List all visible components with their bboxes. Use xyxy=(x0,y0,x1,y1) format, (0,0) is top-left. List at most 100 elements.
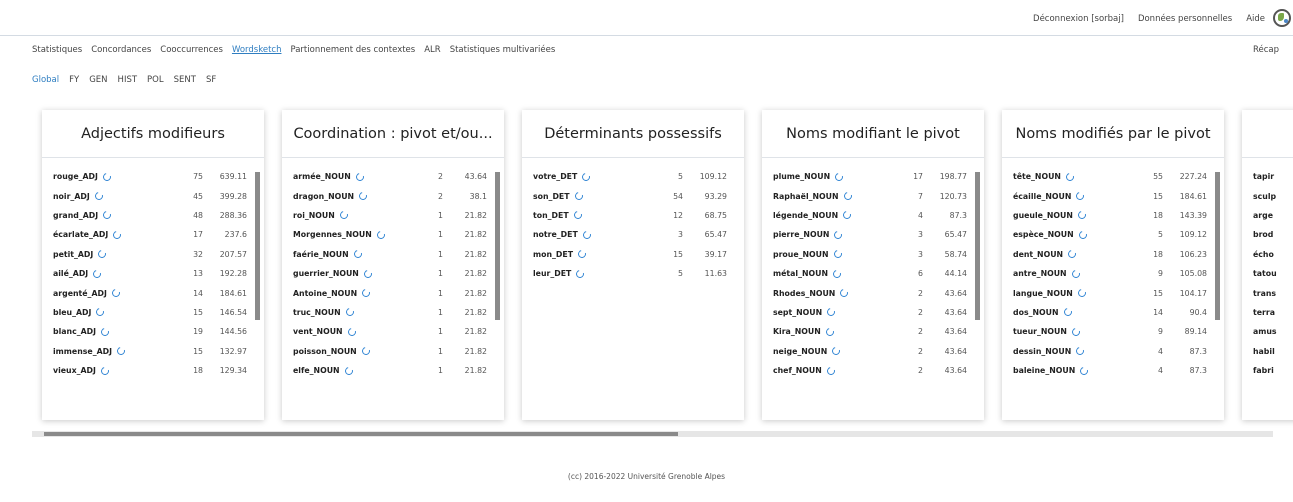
row-word[interactable]: ailé_ADJ xyxy=(53,269,171,279)
refresh-icon[interactable] xyxy=(842,191,853,201)
refresh-icon[interactable] xyxy=(343,366,355,376)
row-word[interactable]: faérie_NOUN xyxy=(293,249,411,259)
row-word[interactable]: proue_NOUN xyxy=(773,249,891,259)
panel-scrollbar[interactable] xyxy=(975,172,980,320)
row-word[interactable]: ton_DET xyxy=(533,210,651,220)
row-word[interactable]: langue_NOUN xyxy=(1013,288,1131,298)
row-word[interactable]: baleine_NOUN xyxy=(1013,366,1131,376)
row-word[interactable]: sculp xyxy=(1253,192,1293,201)
row-word[interactable]: Antoine_NOUN xyxy=(293,288,411,298)
panel-row[interactable]: dessin_NOUN 4 87.3 xyxy=(1002,342,1224,361)
panel-row[interactable]: brod xyxy=(1242,225,1293,244)
panel-row[interactable]: roi_NOUN 1 21.82 xyxy=(282,206,504,225)
row-word[interactable]: pierre_NOUN xyxy=(773,230,891,240)
panel-row[interactable]: Raphaël_NOUN 7 120.73 xyxy=(762,186,984,205)
refresh-icon[interactable] xyxy=(344,307,356,317)
refresh-icon[interactable] xyxy=(91,269,103,279)
row-word[interactable]: sept_NOUN xyxy=(773,307,891,317)
row-word[interactable]: mon_DET xyxy=(533,249,651,259)
panel-scrollbar[interactable] xyxy=(495,172,500,320)
refresh-icon[interactable] xyxy=(357,191,369,201)
row-word[interactable]: truc_NOUN xyxy=(293,307,411,317)
panel-row[interactable]: antre_NOUN 9 105.08 xyxy=(1002,264,1224,283)
refresh-icon[interactable] xyxy=(99,366,111,376)
panel-row[interactable]: vieux_ADJ 18 129.34 xyxy=(42,361,264,380)
nav-statistiques[interactable]: Statistiques xyxy=(32,45,82,55)
panel-row[interactable]: mon_DET 15 39.17 xyxy=(522,245,744,264)
row-word[interactable]: trans xyxy=(1253,289,1293,298)
personal-data-link[interactable]: Données personnelles xyxy=(1138,14,1232,24)
panel-row[interactable]: petit_ADJ 32 207.57 xyxy=(42,245,264,264)
panel-row[interactable]: plume_NOUN 17 198.77 xyxy=(762,167,984,186)
panel-row[interactable]: langue_NOUN 15 104.17 xyxy=(1002,283,1224,302)
row-word[interactable]: antre_NOUN xyxy=(1013,269,1131,279)
refresh-icon[interactable] xyxy=(838,288,850,298)
panel-row[interactable]: sept_NOUN 2 43.64 xyxy=(762,303,984,322)
refresh-icon[interactable] xyxy=(1077,230,1089,240)
panel-row[interactable]: notre_DET 3 65.47 xyxy=(522,225,744,244)
row-word[interactable]: espèce_NOUN xyxy=(1013,230,1131,240)
panel-row[interactable]: grand_ADJ 48 288.36 xyxy=(42,206,264,225)
panel-row[interactable]: Rhodes_NOUN 2 43.64 xyxy=(762,283,984,302)
panel-row[interactable]: baleine_NOUN 4 87.3 xyxy=(1002,361,1224,380)
row-word[interactable]: écarlate_ADJ xyxy=(53,230,171,240)
refresh-icon[interactable] xyxy=(1070,269,1082,279)
globe-icon[interactable] xyxy=(1273,9,1291,27)
panel-row[interactable]: métal_NOUN 6 44.14 xyxy=(762,264,984,283)
panel-row[interactable]: rouge_ADJ 75 639.11 xyxy=(42,167,264,186)
panel-row[interactable]: blanc_ADJ 19 144.56 xyxy=(42,322,264,341)
row-word[interactable]: poisson_NOUN xyxy=(293,346,411,356)
panel-row[interactable]: terra xyxy=(1242,303,1293,322)
panel-row[interactable]: ton_DET 12 68.75 xyxy=(522,206,744,225)
refresh-icon[interactable] xyxy=(824,327,836,337)
row-word[interactable]: dent_NOUN xyxy=(1013,249,1131,259)
panel-row[interactable]: amus xyxy=(1242,322,1293,341)
nav-recap[interactable]: Récap xyxy=(1253,45,1279,55)
row-word[interactable]: noir_ADJ xyxy=(53,191,171,201)
refresh-icon[interactable] xyxy=(101,210,113,220)
panel-row[interactable]: dent_NOUN 18 106.23 xyxy=(1002,245,1224,264)
refresh-icon[interactable] xyxy=(375,230,387,240)
panel-row[interactable]: son_DET 54 93.29 xyxy=(522,186,744,205)
row-word[interactable]: écaille_NOUN xyxy=(1013,191,1131,201)
refresh-icon[interactable] xyxy=(99,327,111,337)
refresh-icon[interactable] xyxy=(1062,307,1073,317)
nav-cooccurrences[interactable]: Cooccurrences xyxy=(160,45,223,55)
nav-concordances[interactable]: Concordances xyxy=(91,45,151,55)
refresh-icon[interactable] xyxy=(111,230,123,240)
row-word[interactable]: bleu_ADJ xyxy=(53,307,171,317)
panel-row[interactable]: tête_NOUN 55 227.24 xyxy=(1002,167,1224,186)
panel-row[interactable]: bleu_ADJ 15 146.54 xyxy=(42,303,264,322)
panel-row[interactable]: habil xyxy=(1242,342,1293,361)
panel-row[interactable]: tapir xyxy=(1242,167,1293,186)
panel-row[interactable]: immense_ADJ 15 132.97 xyxy=(42,342,264,361)
refresh-icon[interactable] xyxy=(346,327,358,337)
subtab-hist[interactable]: HIST xyxy=(118,75,138,85)
panel-row[interactable]: vent_NOUN 1 21.82 xyxy=(282,322,504,341)
logout-link[interactable]: Déconnexion [sorbaj] xyxy=(1033,14,1124,24)
row-word[interactable]: arge xyxy=(1253,211,1293,220)
row-word[interactable]: métal_NOUN xyxy=(773,269,891,279)
row-word[interactable]: guerrier_NOUN xyxy=(293,269,411,279)
row-word[interactable]: légende_NOUN xyxy=(773,210,891,220)
row-word[interactable]: amus xyxy=(1253,327,1293,336)
panel-row[interactable]: elfe_NOUN 1 21.82 xyxy=(282,361,504,380)
refresh-icon[interactable] xyxy=(841,210,853,220)
refresh-icon[interactable] xyxy=(832,230,844,240)
refresh-icon[interactable] xyxy=(572,210,584,220)
panel-row[interactable]: leur_DET 5 11.63 xyxy=(522,264,744,283)
refresh-icon[interactable] xyxy=(352,249,364,259)
panel-row[interactable]: guerrier_NOUN 1 21.82 xyxy=(282,264,504,283)
panel-row[interactable]: votre_DET 5 109.12 xyxy=(522,167,744,186)
row-word[interactable]: Kira_NOUN xyxy=(773,327,891,337)
refresh-icon[interactable] xyxy=(833,172,845,182)
row-word[interactable]: Rhodes_NOUN xyxy=(773,288,891,298)
row-word[interactable]: tatou xyxy=(1253,269,1293,278)
row-word[interactable]: terra xyxy=(1253,308,1293,317)
refresh-icon[interactable] xyxy=(360,288,372,298)
panel-row[interactable]: légende_NOUN 4 87.3 xyxy=(762,206,984,225)
refresh-icon[interactable] xyxy=(101,172,113,182)
panel-row[interactable]: écho xyxy=(1242,245,1293,264)
row-word[interactable]: tapir xyxy=(1253,172,1293,181)
refresh-icon[interactable] xyxy=(581,230,593,240)
